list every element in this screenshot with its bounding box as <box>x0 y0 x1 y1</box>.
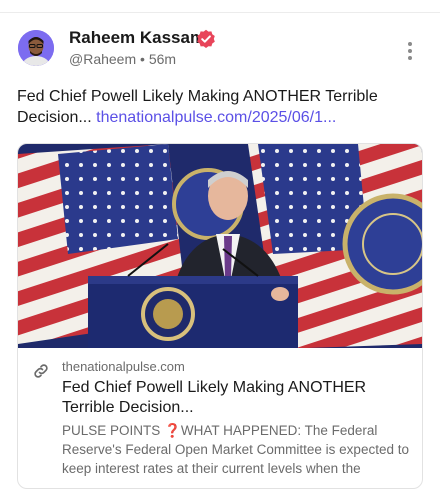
card-title[interactable]: Fed Chief Powell Likely Making ANOTHER T… <box>62 378 412 418</box>
avatar[interactable] <box>18 30 54 66</box>
author-meta: @Raheem • 56m <box>69 51 176 67</box>
more-options-icon[interactable] <box>400 40 420 62</box>
link-preview-body: thenationalpulse.com Fed Chief Powell Li… <box>18 348 422 488</box>
post-text: Fed Chief Powell Likely Making ANOTHER T… <box>17 86 417 128</box>
card-description: PULSE POINTS ❓WHAT HAPPENED: The Federal… <box>62 423 409 476</box>
post: Raheem Kassam @Raheem • 56m Fed Chief Po… <box>0 0 440 500</box>
author-handle[interactable]: @Raheem <box>69 51 136 67</box>
card-domain: thenationalpulse.com <box>62 359 185 374</box>
meta-separator: • <box>140 51 145 67</box>
preview-image[interactable] <box>18 144 422 348</box>
link-icon <box>34 364 48 378</box>
post-link[interactable]: thenationalpulse.com/2025/06/1... <box>96 109 336 126</box>
post-time[interactable]: 56m <box>149 51 176 67</box>
link-preview-card[interactable]: thenationalpulse.com Fed Chief Powell Li… <box>17 143 423 489</box>
author-name[interactable]: Raheem Kassam <box>69 28 205 48</box>
verified-badge-icon <box>197 29 215 48</box>
